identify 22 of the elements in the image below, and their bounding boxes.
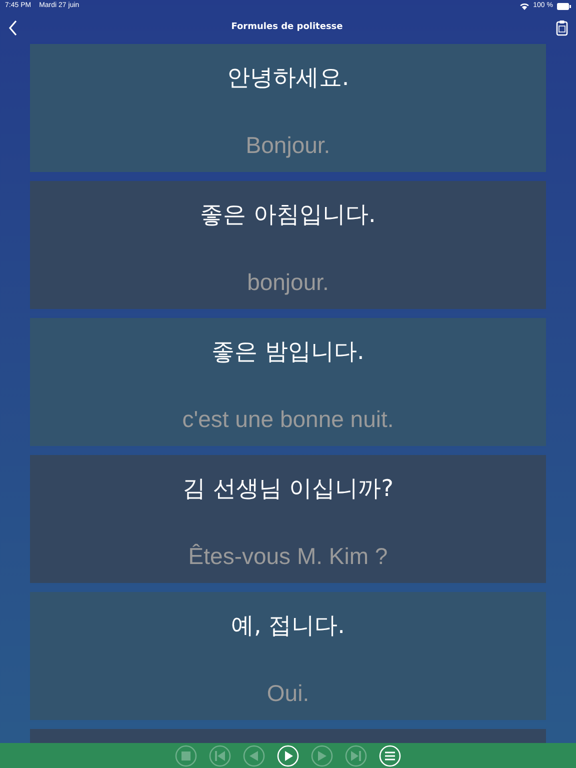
phrase-card[interactable]: 좋은 밤입니다. c'est une bonne nuit.: [30, 318, 546, 446]
korean-phrase: 김 선생님 이십니까?: [182, 475, 394, 504]
french-translation: Bonjour.: [246, 130, 330, 160]
clipboard-icon[interactable]: [556, 20, 568, 36]
menu-button[interactable]: [378, 744, 402, 766]
wifi-icon: [520, 2, 530, 10]
battery-icon: [557, 2, 571, 10]
back-icon[interactable]: [8, 20, 18, 36]
page-title: Formules de politesse: [231, 21, 343, 34]
phrase-card[interactable]: 좋은 아침입니다. bonjour.: [30, 181, 546, 309]
phrase-card[interactable]: 김 선생님 이십니까? Êtes-vous M. Kim ?: [30, 455, 546, 583]
korean-phrase: 좋은 밤입니다.: [212, 338, 364, 367]
phrase-card[interactable]: 예, 접니다. Oui.: [30, 592, 546, 720]
korean-phrase: 예, 접니다.: [231, 612, 345, 641]
french-translation: bonjour.: [247, 268, 329, 297]
french-translation: c'est une bonne nuit.: [182, 404, 394, 434]
phrase-card[interactable]: 안녕하세요. Bonjour.: [30, 44, 546, 172]
korean-phrase: 안녕하세요.: [226, 64, 350, 93]
french-translation: Êtes-vous M. Kim ?: [188, 542, 388, 570]
play-button[interactable]: [276, 744, 300, 766]
french-translation: Oui.: [266, 678, 310, 708]
korean-phrase: 좋은 아침입니다.: [200, 201, 376, 230]
